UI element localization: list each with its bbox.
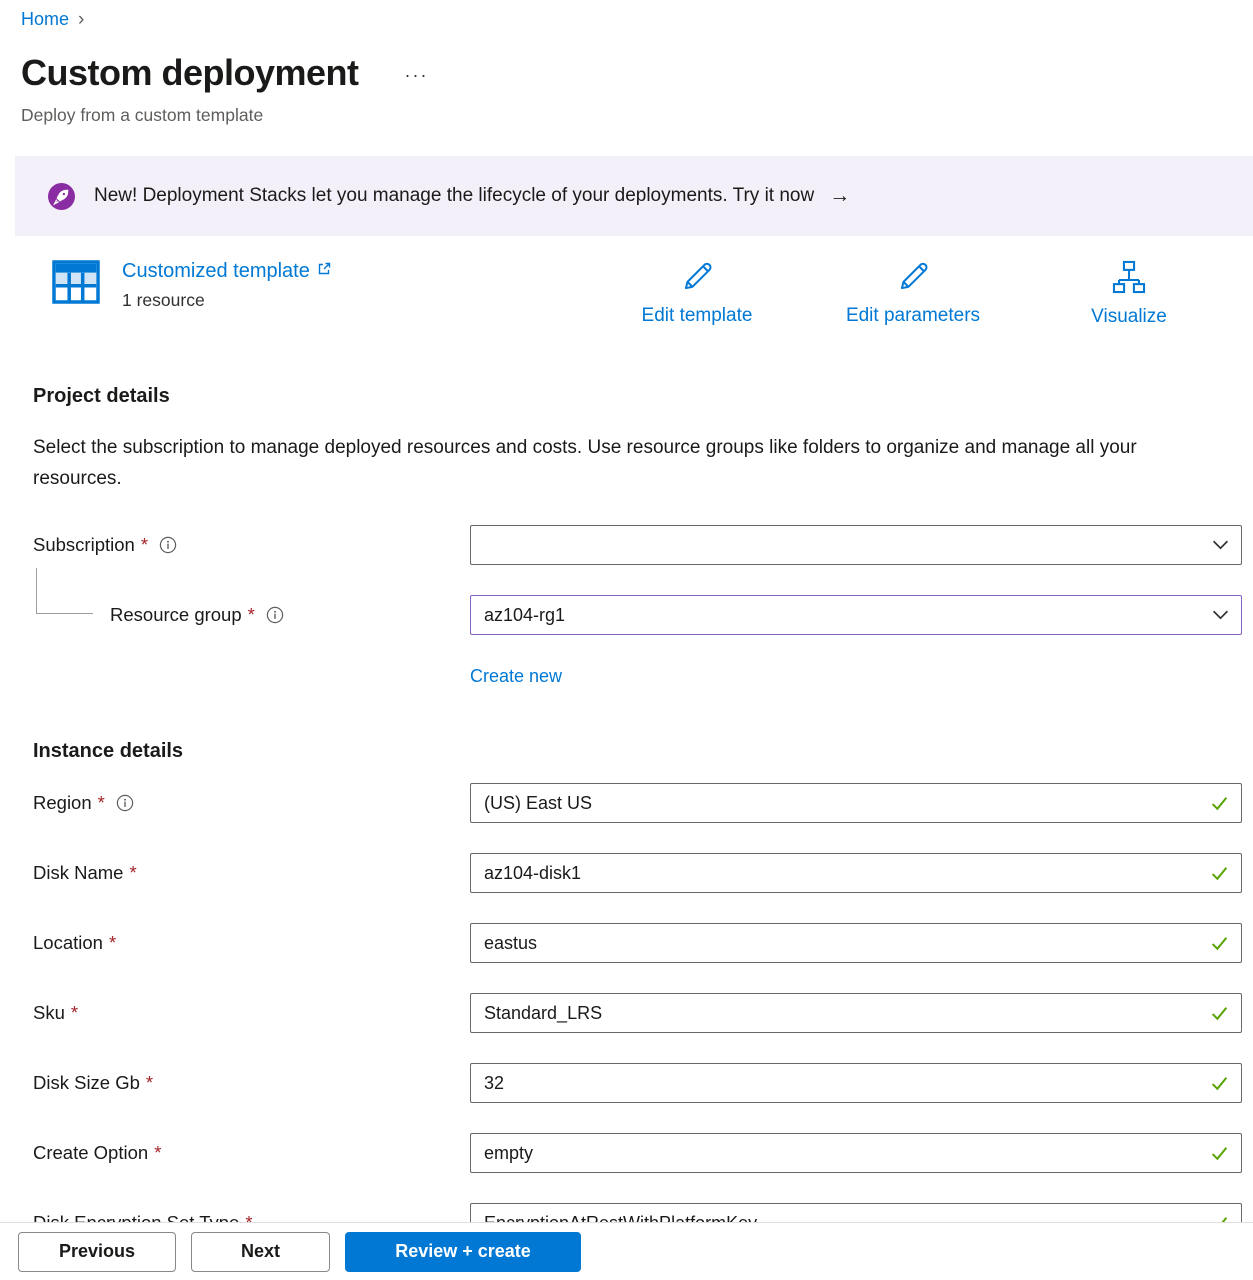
required-asterisk: *: [109, 932, 116, 954]
previous-button[interactable]: Previous: [18, 1232, 176, 1272]
visualize-label: Visualize: [1091, 306, 1167, 328]
required-asterisk: *: [129, 862, 136, 884]
disk-name-input[interactable]: [470, 853, 1242, 893]
tree-connector-line: [36, 568, 93, 614]
banner-arrow-icon[interactable]: →: [829, 184, 850, 208]
customized-template-link[interactable]: Customized template: [122, 260, 332, 283]
required-asterisk: *: [146, 1072, 153, 1094]
create-new-link[interactable]: Create new: [470, 666, 562, 686]
valid-check-icon: [1210, 1004, 1229, 1023]
field-row-location: Location *: [0, 923, 1242, 963]
edit-parameters-label: Edit parameters: [846, 305, 980, 327]
valid-check-icon: [1210, 794, 1229, 813]
breadcrumb-separator: ›: [78, 9, 84, 30]
sku-input[interactable]: [470, 993, 1242, 1033]
deployment-stacks-banner: New! Deployment Stacks let you manage th…: [15, 156, 1253, 236]
valid-check-icon: [1210, 1144, 1229, 1163]
info-icon[interactable]: [116, 794, 134, 812]
edit-parameters-button[interactable]: Edit parameters: [805, 258, 1021, 328]
location-input[interactable]: [470, 923, 1242, 963]
more-menu-button[interactable]: ···: [405, 61, 429, 86]
visualize-button[interactable]: Visualize: [1021, 258, 1237, 328]
location-label: Location: [33, 932, 103, 954]
field-row-subscription: Subscription *: [0, 525, 1242, 565]
sku-label-group: Sku *: [0, 1002, 470, 1024]
create-option-input[interactable]: [470, 1133, 1242, 1173]
subscription-label-group: Subscription *: [0, 534, 470, 556]
next-button[interactable]: Next: [191, 1232, 330, 1272]
region-label-group: Region *: [0, 792, 470, 814]
required-asterisk: *: [154, 1142, 161, 1164]
instance-details-heading: Instance details: [33, 739, 1253, 763]
external-link-icon: [316, 261, 332, 277]
template-icon: [52, 260, 100, 304]
field-row-create-option: Create Option *: [0, 1133, 1242, 1173]
project-details-description: Select the subscription to manage deploy…: [33, 432, 1188, 494]
valid-check-icon: [1210, 1074, 1229, 1093]
required-asterisk: *: [98, 792, 105, 814]
rocket-icon: [48, 183, 75, 210]
resource-group-value: az104-rg1: [484, 605, 565, 626]
banner-message[interactable]: New! Deployment Stacks let you manage th…: [94, 185, 814, 207]
field-row-resource-group: Resource group * az104-rg1: [0, 595, 1242, 635]
resource-group-label: Resource group: [110, 604, 242, 626]
field-row-sku: Sku *: [0, 993, 1242, 1033]
disk-name-label: Disk Name: [33, 862, 123, 884]
required-asterisk: *: [71, 1002, 78, 1024]
chevron-down-icon: [1212, 537, 1229, 554]
breadcrumb: Home ›: [0, 0, 1253, 31]
resource-group-dropdown[interactable]: az104-rg1: [470, 595, 1242, 635]
info-icon[interactable]: [266, 606, 284, 624]
pencil-icon: [679, 258, 716, 300]
project-details-heading: Project details: [33, 384, 1253, 408]
region-input[interactable]: [470, 783, 1242, 823]
valid-check-icon: [1210, 864, 1229, 883]
subscription-dropdown[interactable]: [470, 525, 1242, 565]
footer-action-bar: Previous Next Review + create: [0, 1222, 1253, 1280]
edit-template-label: Edit template: [642, 305, 753, 327]
page-subtitle: Deploy from a custom template: [21, 105, 1253, 126]
required-asterisk: *: [141, 534, 148, 556]
sku-label: Sku: [33, 1002, 65, 1024]
breadcrumb-home-link[interactable]: Home: [21, 9, 69, 29]
chevron-down-icon: [1212, 607, 1229, 624]
field-row-disk-size-gb: Disk Size Gb *: [0, 1063, 1242, 1103]
create-option-label-group: Create Option *: [0, 1142, 470, 1164]
review-create-button[interactable]: Review + create: [345, 1232, 581, 1272]
pencil-icon: [895, 258, 932, 300]
visualize-icon: [1110, 258, 1148, 301]
page-title: Custom deployment: [21, 51, 359, 95]
field-row-disk-name: Disk Name *: [0, 853, 1242, 893]
subscription-label: Subscription: [33, 534, 135, 556]
disk-size-gb-input[interactable]: [470, 1063, 1242, 1103]
region-label: Region: [33, 792, 92, 814]
disk-size-gb-label-group: Disk Size Gb *: [0, 1072, 470, 1094]
create-new-row: Create new: [470, 665, 1253, 687]
valid-check-icon: [1210, 934, 1229, 953]
template-resource-count: 1 resource: [122, 290, 332, 311]
edit-template-button[interactable]: Edit template: [589, 258, 805, 328]
template-summary-row: Customized template 1 resource Edit temp…: [0, 258, 1253, 342]
create-option-label: Create Option: [33, 1142, 148, 1164]
disk-size-gb-label: Disk Size Gb: [33, 1072, 140, 1094]
template-name: Customized template: [122, 260, 310, 283]
info-icon[interactable]: [159, 536, 177, 554]
field-row-region: Region *: [0, 783, 1242, 823]
disk-name-label-group: Disk Name *: [0, 862, 470, 884]
required-asterisk: *: [248, 604, 255, 626]
location-label-group: Location *: [0, 932, 470, 954]
